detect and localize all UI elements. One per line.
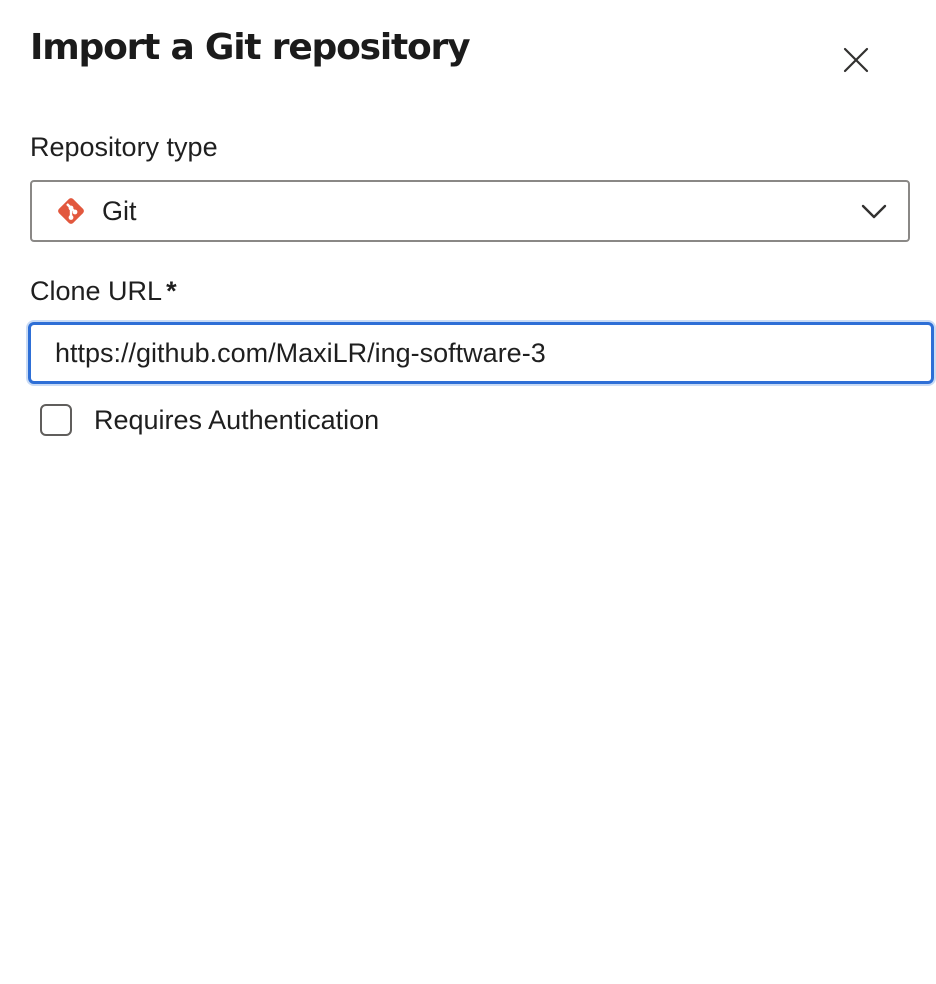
requires-authentication-label: Requires Authentication <box>94 405 380 435</box>
chevron-down-icon <box>861 204 887 219</box>
git-logo-icon <box>58 198 84 224</box>
requires-authentication-option[interactable]: Requires Authentication <box>40 402 379 438</box>
dialog-title: Import a Git repository <box>30 27 471 68</box>
required-marker: * <box>166 276 177 306</box>
repository-type-value: Git <box>102 196 137 226</box>
clone-url-label: Clone URL * <box>30 274 177 308</box>
clone-url-label-text: Clone URL <box>30 276 163 306</box>
close-icon <box>843 47 869 73</box>
repository-type-label: Repository type <box>30 132 218 162</box>
clone-url-input[interactable] <box>28 322 934 384</box>
repository-type-dropdown[interactable]: Git <box>30 180 910 242</box>
close-button[interactable] <box>832 36 880 84</box>
requires-authentication-checkbox[interactable] <box>40 404 72 436</box>
import-repository-dialog: Import a Git repository Repository type … <box>0 0 936 984</box>
